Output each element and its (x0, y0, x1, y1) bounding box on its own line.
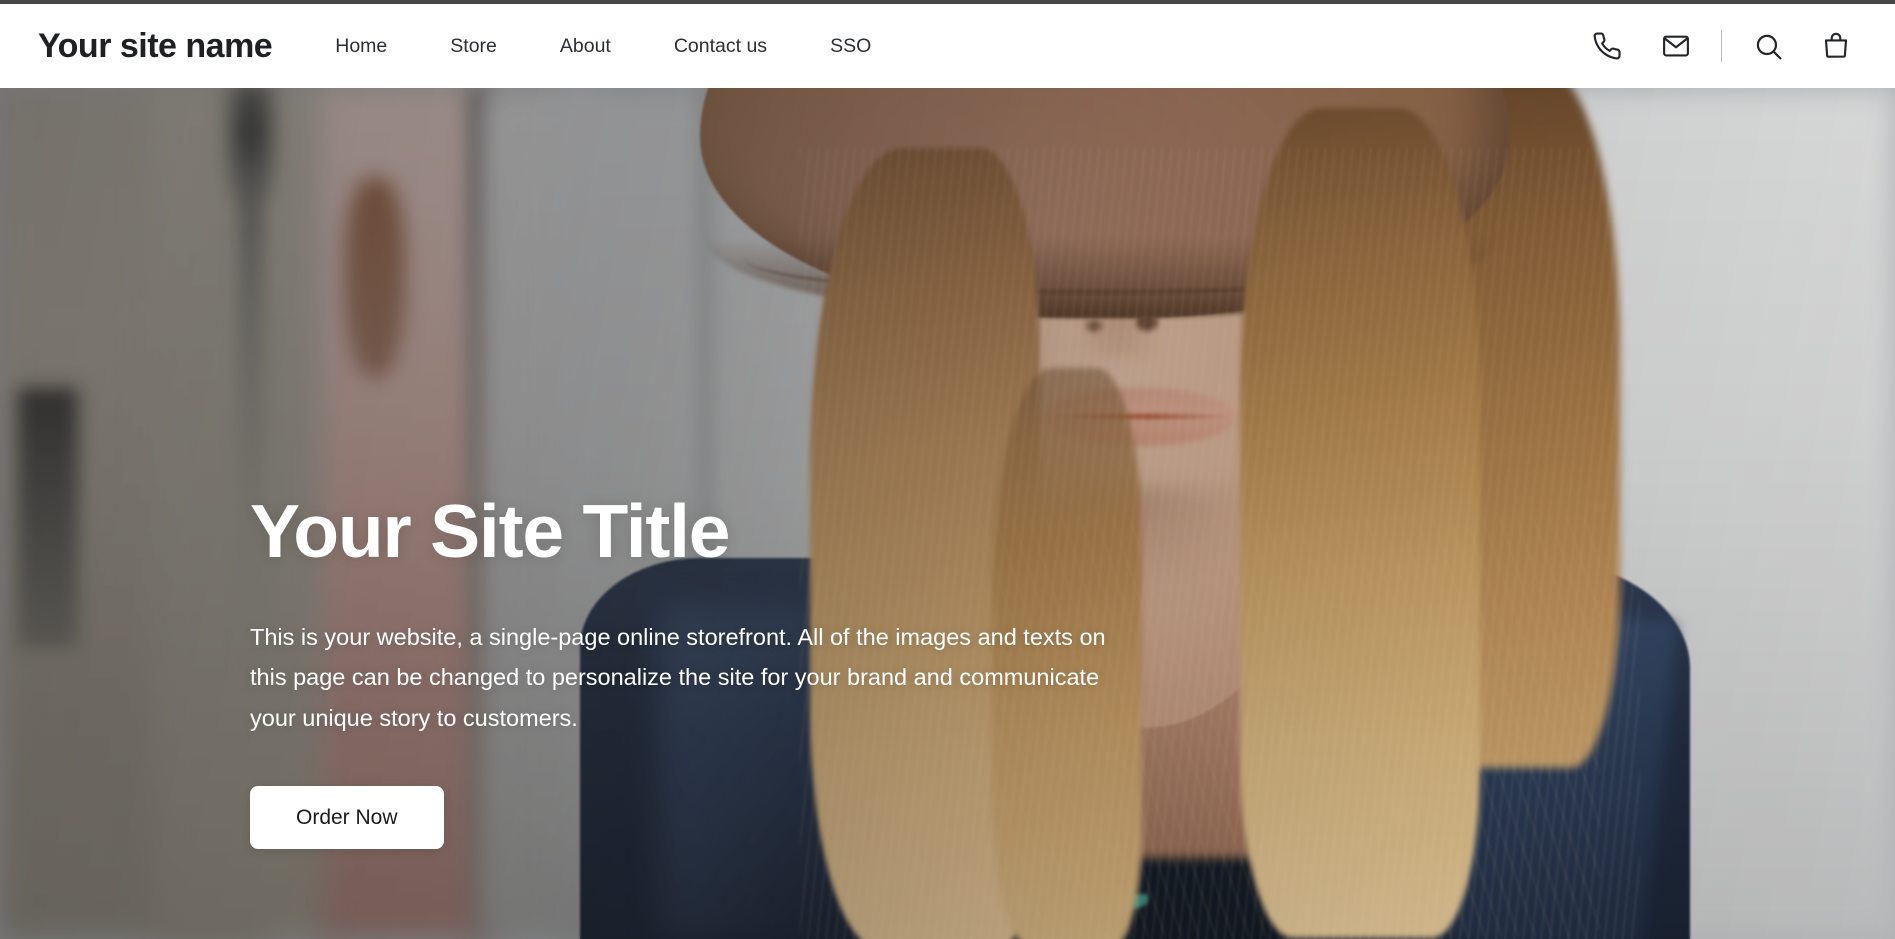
shopping-bag-icon (1821, 31, 1851, 61)
header-icon-divider (1721, 30, 1722, 62)
envelope-icon (1661, 31, 1691, 61)
bg-dark-window (18, 388, 78, 648)
hero-content: Your Site Title This is your website, a … (250, 489, 1130, 850)
nav-link-about[interactable]: About (560, 27, 611, 66)
site-brand-logo[interactable]: Your site name (38, 27, 273, 66)
search-icon (1753, 31, 1784, 62)
nav-link-sso[interactable]: SSO (830, 27, 871, 66)
nav-link-store[interactable]: Store (450, 27, 497, 66)
phone-icon (1592, 31, 1622, 61)
bg-pink-door (345, 178, 405, 378)
bg-street-lamp-head (222, 88, 280, 198)
site-header: Your site name Home Store About Contact … (0, 4, 1895, 88)
hero-paragraph: This is your website, a single-page onli… (250, 623, 1106, 731)
order-now-button[interactable]: Order Now (250, 786, 444, 850)
search-icon-button[interactable] (1745, 23, 1791, 69)
hero-section: Your Site Title This is your website, a … (0, 88, 1895, 939)
nav-link-home[interactable]: Home (335, 27, 387, 66)
header-actions (1584, 23, 1859, 69)
hero-title: Your Site Title (250, 489, 731, 573)
phone-icon-button[interactable] (1584, 23, 1630, 69)
nav-link-contact-us[interactable]: Contact us (674, 27, 767, 66)
shopping-bag-icon-button[interactable] (1813, 23, 1859, 69)
envelope-icon-button[interactable] (1653, 23, 1699, 69)
main-navigation: Home Store About Contact us SSO (335, 27, 871, 66)
top-accent-bar (0, 0, 1895, 4)
